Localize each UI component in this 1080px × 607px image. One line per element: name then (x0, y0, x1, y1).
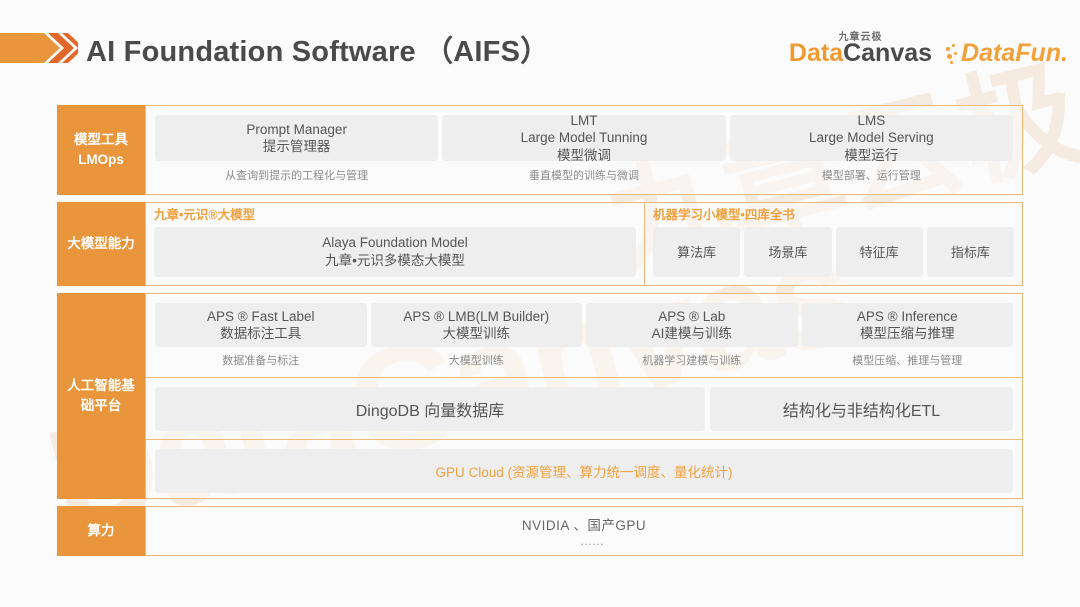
compute-ellipsis: …… (580, 534, 604, 548)
row-label-ai-platform-line1: 人工智能基 (67, 378, 135, 394)
row-ai-platform: 人工智能基础平台 APS ® Fast Label 数据标注工具 APS ® L… (57, 293, 1023, 499)
card-aps-inference-cn: 模型压缩与推理 (860, 326, 955, 341)
card-aps-lab-en: APS ® Lab (658, 308, 726, 324)
row-compute: 算力 NVIDIA 、国产GPU …… (57, 506, 1023, 556)
card-lmt-en2: Large Model Tunning (520, 130, 648, 146)
library-card-group: 算法库 场景库 特征库 指标库 (653, 226, 1014, 277)
datacanvas-canvas-text: Canvas (843, 39, 933, 67)
row-body-llm-capability: 九章•元识®大模型 Alaya Foundation Model 九章•元识多模… (145, 202, 1023, 286)
row-body-lmops: Prompt Manager 提示管理器 LMT Large Model Tun… (145, 105, 1023, 195)
card-aps-fast-label-cn: 数据标注工具 (220, 326, 302, 341)
llm-left-panel: 九章•元识®大模型 Alaya Foundation Model 九章•元识多模… (146, 203, 644, 285)
slide-root: DataCanvas 九章云极 AI Foundation Software （… (0, 0, 1080, 607)
row-label-compute-text: 算力 (87, 523, 115, 539)
datafun-logo: DataFun. (946, 41, 1068, 66)
row-body-ai-platform: APS ® Fast Label 数据标注工具 APS ® LMB(LM Bui… (145, 293, 1023, 499)
card-dingodb[interactable]: DingoDB 向量数据库 (155, 387, 705, 431)
card-aps-fast-label-en: APS ® Fast Label (207, 308, 315, 324)
card-etl[interactable]: 结构化与非结构化ETL (710, 387, 1013, 431)
card-alaya-foundation-model[interactable]: Alaya Foundation Model 九章•元识多模态大模型 (154, 226, 636, 277)
card-aps-lmb-cn: 大模型训练 (442, 326, 511, 341)
datacanvas-data-text: Data (788, 39, 844, 67)
datafun-dots-icon (946, 43, 959, 64)
card-lms[interactable]: LMS Large Model Serving 模型运行 (729, 113, 1013, 163)
page-title: AI Foundation Software （AIFS） (86, 36, 550, 68)
compute-hardware-text: NVIDIA 、国产GPU (521, 518, 647, 533)
card-alaya-cn: 九章•元识多模态大模型 (325, 252, 465, 268)
row-label-llm-capability: 大模型能力 (57, 202, 145, 286)
logo-group: 九章云极 DataCanvas DataFun. (789, 22, 1068, 66)
aps-section: APS ® Fast Label 数据标注工具 APS ® LMB(LM Bui… (146, 294, 1022, 378)
card-aps-fast-label[interactable]: APS ® Fast Label 数据标注工具 (155, 303, 367, 347)
sub-aps-lab: 机器学习建模与训练 (642, 355, 742, 367)
card-aps-lmb-en: APS ® LMB(LM Builder) (403, 308, 550, 324)
lmops-subtitle-group: 从查询到提示的工程化与管理 垂直模型的训练与微调 模型部署、运行管理 (146, 161, 1022, 182)
aps-subtitle-group: 数据准备与标注 大模型训练 机器学习建模与训练 模型压缩、推理与管理 (146, 347, 1022, 367)
panel-title-ml-small-model: 机器学习小模型•四库全书 (653, 208, 795, 222)
row-label-lmops: 模型工具 LMOps (57, 105, 145, 195)
slide-header: AI Foundation Software （AIFS） 九章云极 DataC… (0, 0, 1080, 92)
card-aps-lab[interactable]: APS ® Lab AI建模与训练 (586, 303, 798, 347)
lmops-card-group: Prompt Manager 提示管理器 LMT Large Model Tun… (146, 106, 1022, 163)
card-aps-lmb[interactable]: APS ® LMB(LM Builder) 大模型训练 (370, 303, 582, 347)
card-aps-inference-en: APS ® Inference (856, 308, 958, 324)
card-prompt-manager-cn: 提示管理器 (262, 139, 331, 154)
row-label-ai-platform: 人工智能基 础平台 (57, 293, 145, 499)
row-label-ai-platform-line2: 础平台 (80, 398, 122, 413)
gpu-cloud-section: GPU Cloud (资源管理、算力统一调度、量化统计) (146, 440, 1022, 498)
row-body-compute: NVIDIA 、国产GPU …… (145, 506, 1023, 556)
arrow-chevron-logo-icon (0, 33, 78, 63)
sub-lms: 模型部署、运行管理 (821, 170, 921, 182)
card-algorithm-library[interactable]: 算法库 (653, 226, 741, 277)
card-lms-en: LMS (857, 113, 886, 129)
card-lmt[interactable]: LMT Large Model Tunning 模型微调 (442, 113, 726, 163)
card-alaya-en: Alaya Foundation Model (322, 235, 468, 251)
panel-title-jiuzhang-llm: 九章•元识®大模型 (154, 208, 256, 222)
card-prompt-manager-en: Prompt Manager (246, 121, 347, 137)
data-layer-section: DingoDB 向量数据库 结构化与非结构化ETL (146, 378, 1022, 440)
datafun-wordmark: DataFun. (961, 39, 1068, 67)
sub-aps-fast-label: 数据准备与标注 (222, 355, 300, 367)
card-gpu-cloud[interactable]: GPU Cloud (资源管理、算力统一调度、量化统计) (155, 449, 1013, 493)
data-card-group: DingoDB 向量数据库 结构化与非结构化ETL (146, 378, 1022, 439)
sub-aps-inference: 模型压缩、推理与管理 (852, 355, 963, 367)
gpu-card-wrapper: GPU Cloud (资源管理、算力统一调度、量化统计) (146, 440, 1022, 498)
row-label-lmops-line2: LMOps (78, 152, 124, 167)
card-feature-library[interactable]: 特征库 (835, 226, 923, 277)
sub-aps-lmb: 大模型训练 (448, 355, 504, 367)
card-aps-inference[interactable]: APS ® Inference 模型压缩与推理 (801, 303, 1013, 347)
card-prompt-manager[interactable]: Prompt Manager 提示管理器 (155, 115, 439, 161)
aps-card-group: APS ® Fast Label 数据标注工具 APS ® LMB(LM Bui… (146, 294, 1022, 347)
datacanvas-wordmark: DataCanvas (789, 41, 932, 66)
card-aps-lab-cn: AI建模与训练 (651, 326, 732, 341)
datacanvas-logo: 九章云极 DataCanvas (789, 28, 932, 66)
sub-prompt-manager: 从查询到提示的工程化与管理 (225, 170, 369, 182)
row-label-llm-capability-text: 大模型能力 (67, 236, 135, 252)
card-lms-en2: Large Model Serving (809, 130, 934, 146)
row-label-lmops-line1: 模型工具 (74, 132, 128, 148)
row-label-compute: 算力 (57, 506, 145, 556)
llm-split-container: 九章•元识®大模型 Alaya Foundation Model 九章•元识多模… (146, 203, 1022, 285)
llm-right-panel: 机器学习小模型•四库全书 算法库 场景库 特征库 指标库 (644, 203, 1022, 285)
sub-lmt: 垂直模型的训练与微调 (528, 170, 639, 182)
card-scenario-library[interactable]: 场景库 (744, 226, 832, 277)
row-llm-capability: 大模型能力 九章•元识®大模型 Alaya Foundation Model 九… (57, 202, 1023, 286)
architecture-stack: 模型工具 LMOps Prompt Manager 提示管理器 LMT Large… (57, 105, 1023, 563)
card-lmt-en: LMT (570, 113, 598, 129)
row-lmops: 模型工具 LMOps Prompt Manager 提示管理器 LMT Large… (57, 105, 1023, 195)
card-metric-library[interactable]: 指标库 (926, 226, 1014, 277)
